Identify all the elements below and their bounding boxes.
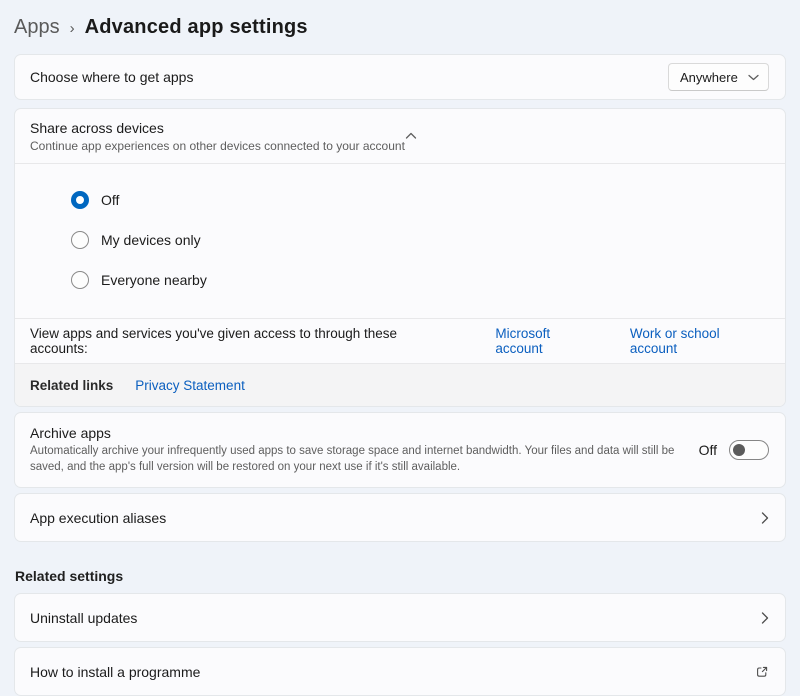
work-or-school-account-link[interactable]: Work or school account (630, 326, 769, 356)
accounts-access-label: View apps and services you've given acce… (30, 326, 453, 356)
page-title: Advanced app settings (85, 16, 308, 39)
share-across-devices-subtitle: Continue app experiences on other device… (30, 139, 405, 153)
chevron-up-icon[interactable] (405, 132, 417, 140)
radio-icon[interactable] (71, 231, 89, 249)
app-execution-aliases-label: App execution aliases (30, 510, 761, 526)
choose-where-to-get-apps-card: Choose where to get apps Anywhere (14, 54, 786, 100)
radio-option-everyone-nearby[interactable]: Everyone nearby (71, 260, 769, 300)
uninstall-updates-label: Uninstall updates (30, 610, 761, 626)
breadcrumb-apps-link[interactable]: Apps (14, 16, 60, 39)
related-settings-heading: Related settings (14, 568, 786, 584)
archive-apps-toggle[interactable] (729, 440, 769, 460)
archive-apps-card: Archive apps Automatically archive your … (14, 412, 786, 488)
radio-option-my-devices-only[interactable]: My devices only (71, 220, 769, 260)
radio-icon[interactable] (71, 271, 89, 289)
breadcrumb: Apps › Advanced app settings (14, 0, 786, 42)
related-links-row: Related links Privacy Statement (15, 363, 785, 406)
radio-icon[interactable] (71, 191, 89, 209)
archive-apps-row: Archive apps Automatically archive your … (15, 413, 785, 487)
archive-apps-toggle-label: Off (699, 442, 717, 458)
chevron-right-icon (761, 612, 769, 624)
choose-where-row: Choose where to get apps Anywhere (15, 55, 785, 99)
dropdown-value: Anywhere (680, 70, 738, 85)
share-across-devices-title: Share across devices (30, 120, 405, 136)
app-execution-aliases-card[interactable]: App execution aliases (14, 493, 786, 542)
choose-where-label: Choose where to get apps (30, 69, 668, 85)
get-apps-source-dropdown[interactable]: Anywhere (668, 63, 769, 91)
how-to-install-label: How to install a programme (30, 664, 755, 680)
app-execution-aliases-row[interactable]: App execution aliases (15, 494, 785, 541)
how-to-install-row[interactable]: How to install a programme (15, 648, 785, 695)
share-options-group: Off My devices only Everyone nearby (15, 164, 785, 318)
accounts-access-row: View apps and services you've given acce… (15, 319, 785, 363)
chevron-down-icon (748, 74, 759, 81)
chevron-right-icon (761, 512, 769, 524)
external-link-icon (755, 665, 769, 679)
privacy-statement-link[interactable]: Privacy Statement (135, 378, 245, 393)
archive-apps-title: Archive apps (30, 425, 683, 441)
uninstall-updates-card[interactable]: Uninstall updates (14, 593, 786, 642)
archive-apps-description: Automatically archive your infrequently … (30, 444, 683, 475)
share-across-devices-card: Share across devices Continue app experi… (14, 108, 786, 407)
breadcrumb-separator-icon: › (70, 18, 75, 37)
radio-option-off[interactable]: Off (71, 180, 769, 220)
related-links-label: Related links (30, 378, 113, 393)
share-across-devices-header[interactable]: Share across devices Continue app experi… (15, 109, 785, 163)
uninstall-updates-row[interactable]: Uninstall updates (15, 594, 785, 641)
toggle-knob (733, 444, 745, 456)
microsoft-account-link[interactable]: Microsoft account (495, 326, 600, 356)
